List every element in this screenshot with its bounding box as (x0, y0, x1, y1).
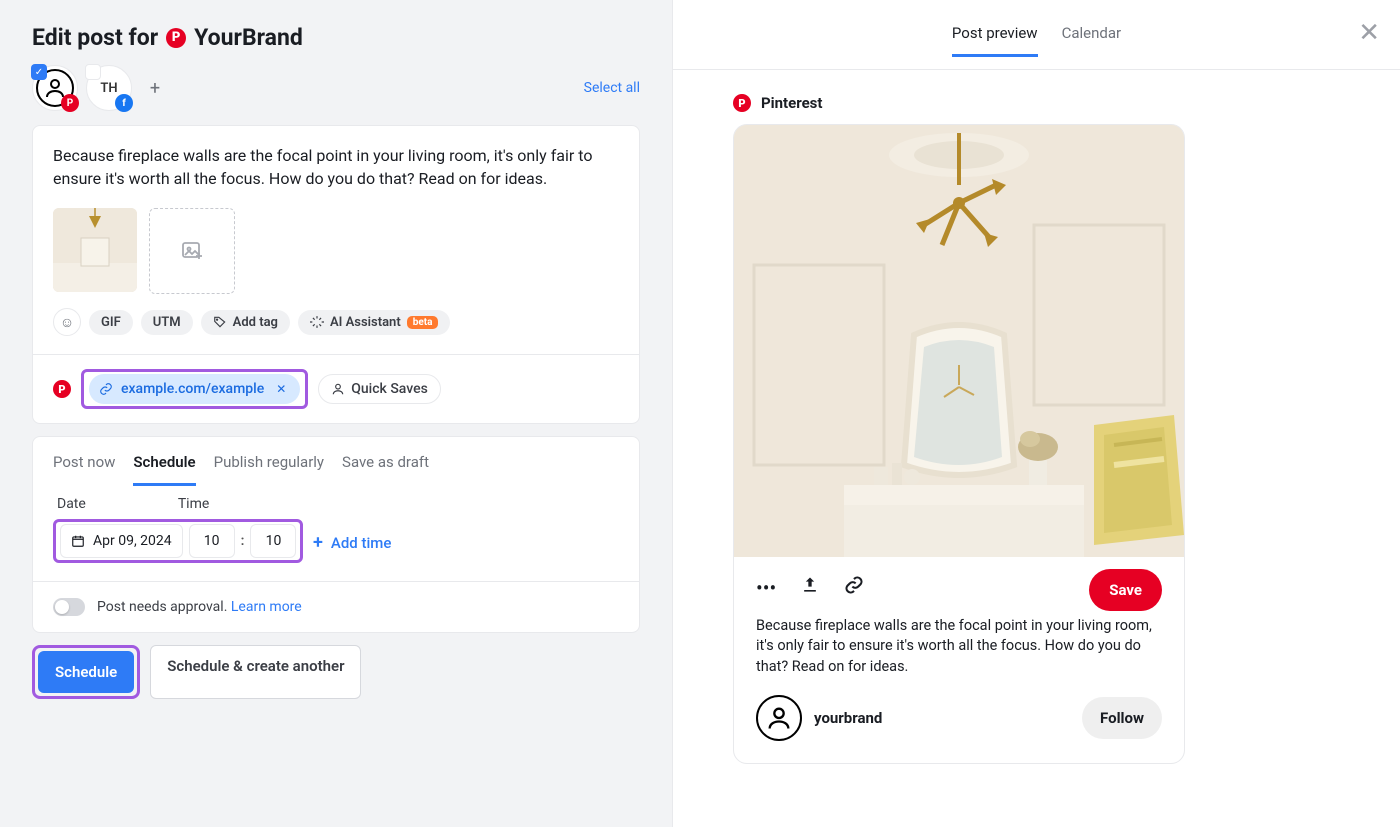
account-th-facebook[interactable]: TH f (86, 65, 132, 111)
close-button[interactable]: ✕ (1358, 18, 1380, 48)
schedule-button-highlight: Schedule (32, 645, 140, 699)
schedule-another-button[interactable]: Schedule & create another (150, 645, 361, 699)
time-label: Time (178, 496, 209, 512)
ai-assistant-button[interactable]: AI Assistant beta (298, 310, 451, 335)
upload-icon[interactable] (800, 575, 820, 600)
approval-toggle[interactable] (53, 598, 85, 616)
check-icon (85, 64, 101, 80)
tab-post-preview[interactable]: Post preview (952, 24, 1038, 57)
datetime-highlight: Apr 09, 2024 10 : 10 (53, 519, 303, 563)
username[interactable]: yourbrand (814, 709, 882, 727)
tab-save-draft[interactable]: Save as draft (342, 453, 429, 486)
check-icon: ✓ (31, 64, 47, 80)
learn-more-link[interactable]: Learn more (231, 599, 302, 615)
schedule-card: Post now Schedule Publish regularly Save… (32, 436, 640, 633)
tab-calendar[interactable]: Calendar (1062, 24, 1122, 57)
preview-image (734, 125, 1184, 557)
pinterest-icon: P (166, 28, 186, 48)
preview-network-header: P Pinterest (733, 94, 1340, 112)
quick-saves-board[interactable]: Quick Saves (318, 374, 441, 404)
add-time-label: Add time (331, 534, 392, 552)
facebook-icon: f (115, 94, 133, 112)
schedule-tabs: Post now Schedule Publish regularly Save… (33, 437, 639, 486)
caption-text[interactable]: Because fireplace walls are the focal po… (53, 144, 619, 190)
select-all-link[interactable]: Select all (584, 80, 640, 96)
ai-label: AI Assistant (330, 315, 401, 330)
add-time-button[interactable]: + Add time (313, 532, 391, 553)
account-selector: ✓ P TH f + (32, 65, 170, 111)
tab-publish-regularly[interactable]: Publish regularly (214, 453, 324, 486)
title-prefix: Edit post for (32, 24, 158, 51)
date-value: Apr 09, 2024 (93, 533, 172, 549)
account-initials: TH (100, 81, 117, 96)
media-thumbnail[interactable] (53, 208, 137, 292)
tab-post-now[interactable]: Post now (53, 453, 115, 486)
add-account-button[interactable]: + (140, 73, 170, 103)
emoji-button[interactable]: ☺ (53, 308, 81, 336)
date-label: Date (57, 496, 86, 512)
pinterest-icon: P (733, 94, 751, 112)
preview-panel: ✕ Post preview Calendar P Pinterest (672, 0, 1400, 827)
preview-card: ••• Save Because fireplace walls are the… (733, 124, 1185, 764)
minute-input[interactable]: 10 (250, 524, 296, 558)
utm-button[interactable]: UTM (141, 310, 193, 335)
account-yourbrand-pinterest[interactable]: ✓ P (32, 65, 78, 111)
page-title: Edit post for P YourBrand (32, 24, 640, 51)
gif-button[interactable]: GIF (89, 310, 133, 335)
link-icon[interactable] (844, 575, 864, 600)
editor-panel: Edit post for P YourBrand ✓ P TH f + (0, 0, 672, 827)
plus-icon: + (313, 532, 323, 553)
link-url-text: example.com/example (121, 381, 264, 397)
preview-network-name: Pinterest (761, 94, 822, 112)
more-icon[interactable]: ••• (756, 576, 776, 600)
pinterest-icon: P (53, 380, 71, 398)
hour-input[interactable]: 10 (189, 524, 235, 558)
destination-link-pill[interactable]: example.com/example ✕ (89, 374, 300, 404)
user-avatar[interactable] (756, 695, 802, 741)
time-separator: : (241, 533, 245, 549)
title-brand: YourBrand (194, 24, 303, 51)
link-highlight: example.com/example ✕ (81, 369, 308, 409)
add-tag-button[interactable]: Add tag (201, 310, 290, 335)
preview-caption: Because fireplace walls are the focal po… (756, 616, 1162, 677)
approval-text: Post needs approval. (97, 599, 227, 615)
add-tag-label: Add tag (233, 315, 278, 330)
schedule-button[interactable]: Schedule (38, 651, 134, 693)
calendar-icon (71, 534, 85, 548)
follow-button[interactable]: Follow (1082, 697, 1162, 739)
composer-card: Because fireplace walls are the focal po… (32, 125, 640, 424)
remove-link-button[interactable]: ✕ (272, 380, 290, 398)
preview-tabs: Post preview Calendar (673, 0, 1400, 70)
date-input[interactable]: Apr 09, 2024 (60, 524, 183, 558)
add-media-button[interactable] (149, 208, 235, 294)
save-button[interactable]: Save (1089, 569, 1162, 611)
beta-badge: beta (407, 316, 439, 329)
tab-schedule[interactable]: Schedule (133, 453, 195, 486)
pinterest-icon: P (61, 94, 79, 112)
quick-saves-label: Quick Saves (351, 381, 428, 397)
